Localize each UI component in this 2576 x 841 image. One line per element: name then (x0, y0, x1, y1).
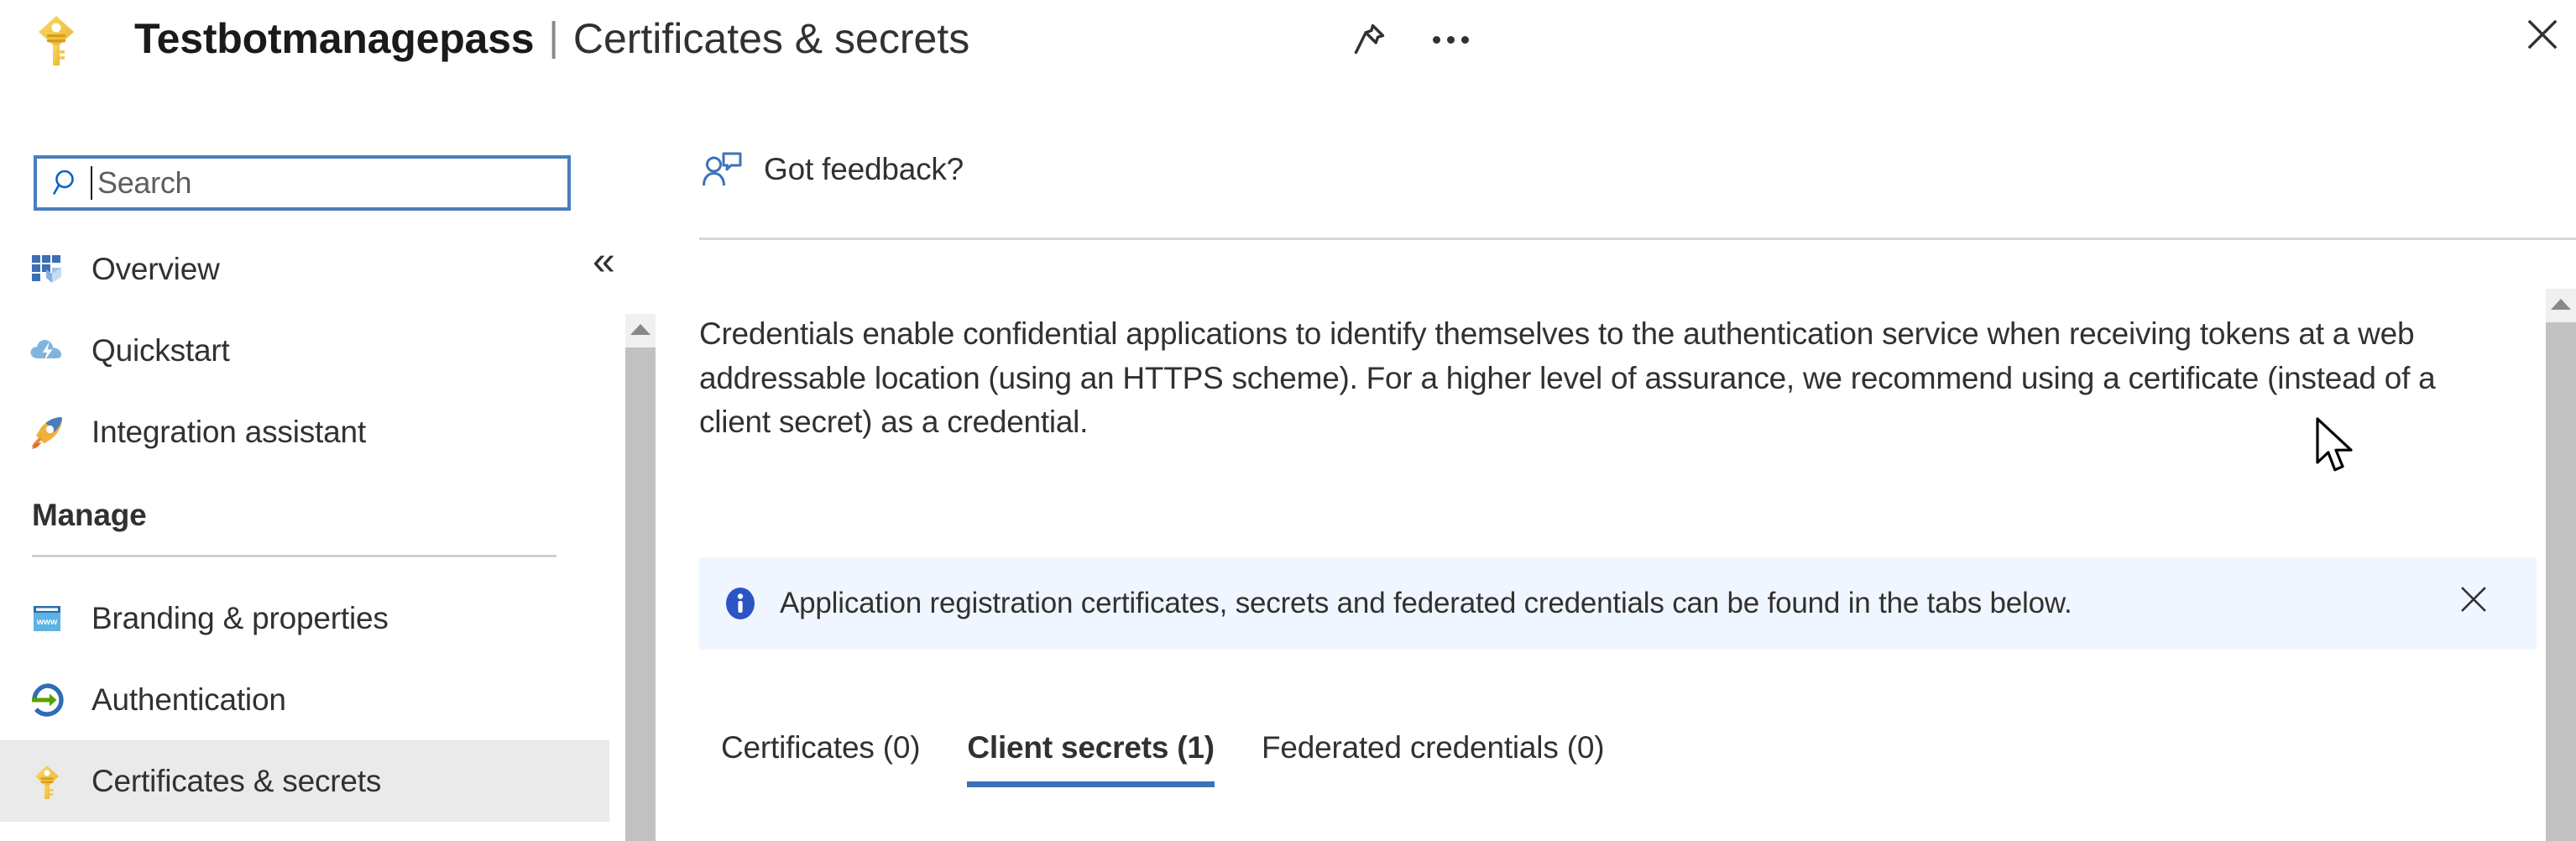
info-banner-message: Application registration certificates, s… (780, 587, 2072, 619)
text-caret (91, 166, 92, 200)
tab-federated-credentials[interactable]: Federated credentials (0) (1238, 730, 1628, 787)
svg-text:www: www (36, 617, 58, 627)
sidebar-item-label: Branding & properties (91, 600, 389, 635)
sidebar-item-certificates-secrets[interactable]: Certificates & secrets (0, 740, 609, 822)
tab-client-secrets[interactable]: Client secrets (1) (943, 730, 1238, 787)
info-banner: Application registration certificates, s… (699, 557, 2537, 650)
blade-header: Testbotmanagepass | Certificates & secre… (0, 0, 2576, 77)
credential-tabs: Certificates (0) Client secrets (1) Fede… (698, 730, 1628, 787)
sidebar-item-overview[interactable]: Overview (0, 228, 609, 310)
cloud-lightning-icon (27, 331, 67, 371)
sidebar-item-label: Authentication (91, 682, 286, 717)
page-title: Testbotmanagepass | Certificates & secre… (134, 3, 969, 74)
sidebar-item-label: Certificates & secrets (91, 763, 382, 798)
browser-www-icon: www (27, 598, 67, 639)
description-text: Credentials enable confidential applicat… (699, 316, 2436, 440)
azure-portal-blade: Testbotmanagepass | Certificates & secre… (0, 0, 2576, 841)
triangle-up-icon (630, 323, 651, 335)
sidebar-item-label: Quickstart (91, 332, 230, 368)
sidebar-item-label: Overview (91, 251, 220, 286)
scroll-up-button[interactable] (625, 314, 656, 344)
ellipsis-dot (1460, 35, 1469, 44)
sidebar-item-branding-properties[interactable]: www Branding & properties (0, 577, 609, 659)
sidebar-item-quickstart[interactable]: Quickstart (0, 310, 609, 391)
blade-content: Got feedback? Credentials enable confide… (658, 77, 2576, 841)
sidebar-group-divider (32, 555, 556, 557)
overview-grid-icon (27, 249, 67, 290)
ellipsis-dot (1446, 35, 1455, 44)
tab-certificates[interactable]: Certificates (0) (698, 730, 943, 787)
more-options-button[interactable] (1427, 16, 1474, 63)
blade-sidebar: Search « Overview Quickstart Integration… (0, 77, 656, 841)
rocket-icon (27, 412, 67, 452)
pin-icon[interactable] (1345, 16, 1393, 63)
search-icon (53, 170, 74, 195)
tab-label: Federated credentials (0) (1261, 730, 1605, 765)
sidebar-group-title: Manage (32, 498, 147, 532)
sidebar-item-integration-assistant[interactable]: Integration assistant (0, 391, 609, 473)
ellipsis-dot (1432, 35, 1440, 44)
feedback-person-icon (703, 152, 742, 186)
got-feedback-button[interactable]: Got feedback? (702, 151, 964, 188)
resource-name: Testbotmanagepass (134, 15, 535, 62)
sidebar-item-label: Integration assistant (91, 414, 366, 449)
triangle-up-icon (2551, 298, 2571, 310)
tab-label: Client secrets (1) (967, 730, 1215, 765)
title-separator: | (548, 14, 559, 60)
sidebar-scrollbar[interactable] (625, 314, 656, 841)
active-tab-indicator (967, 781, 1215, 787)
scroll-up-button[interactable] (2546, 289, 2576, 319)
scrollbar-thumb[interactable] (625, 347, 656, 841)
sidebar-group-manage: Manage (0, 473, 609, 557)
got-feedback-label: Got feedback? (764, 152, 964, 186)
scrollbar-thumb[interactable] (2546, 322, 2576, 841)
info-circle-icon (726, 588, 755, 619)
sidebar-nav: Overview Quickstart Integration assistan… (0, 228, 609, 822)
info-banner-close-icon[interactable] (2458, 583, 2490, 615)
content-scrollbar[interactable] (2546, 289, 2576, 841)
close-icon[interactable] (2521, 13, 2564, 56)
content-top-divider (699, 238, 2576, 240)
page-name: Certificates & secrets (572, 15, 970, 62)
search-placeholder: Search (97, 165, 192, 200)
search-input[interactable]: Search (34, 155, 571, 211)
key-icon (27, 761, 67, 802)
key-icon (39, 16, 74, 65)
tab-label: Certificates (0) (721, 730, 921, 765)
sidebar-item-authentication[interactable]: Authentication (0, 659, 609, 740)
auth-arrow-icon (27, 680, 67, 720)
